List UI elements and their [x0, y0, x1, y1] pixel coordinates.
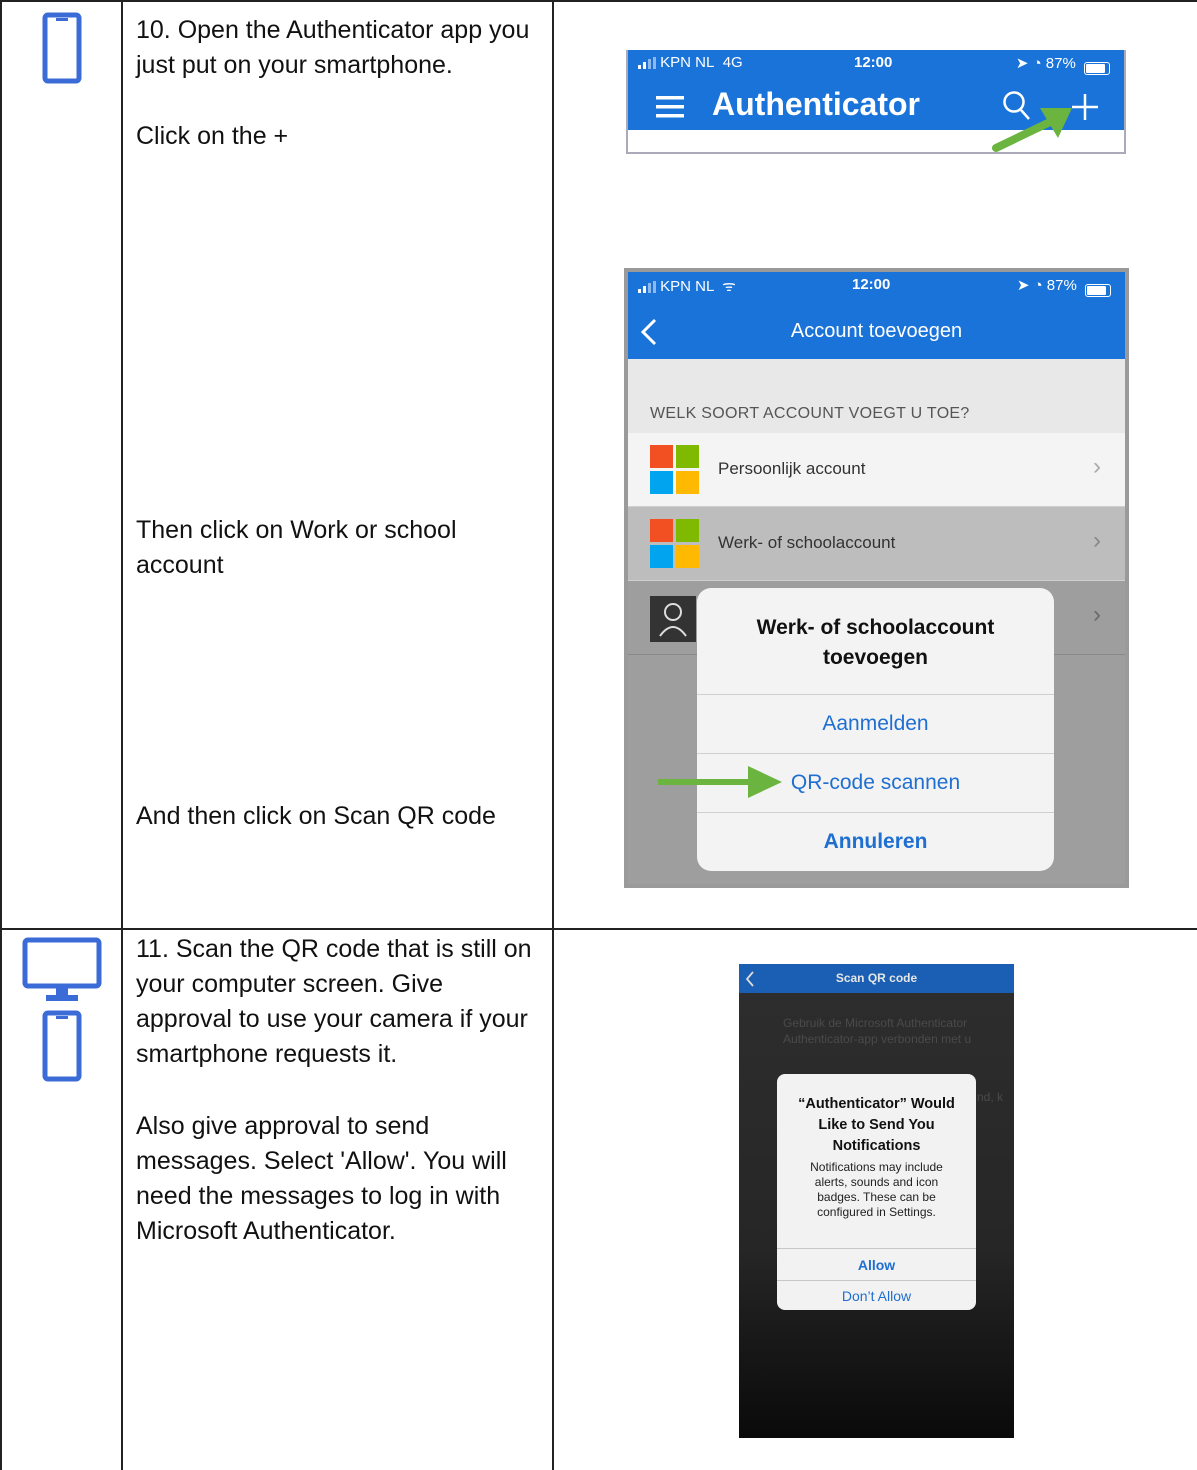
network-label: 4G	[722, 54, 743, 71]
step-10-scan-qr: And then click on Scan QR code	[136, 802, 496, 830]
step-10-click-plus: Click on the +	[136, 122, 289, 150]
carrier-label: KPN NL	[660, 278, 714, 295]
alert-allow-button[interactable]: Allow	[777, 1248, 976, 1281]
signal-icon	[638, 57, 656, 70]
row-label: Persoonlijk account	[718, 459, 866, 478]
nav-bar: KPN NL ᯤ 12:00 ➤ ◔ 87% Account toevoegen	[628, 272, 1125, 359]
step-10-work-account: Then click on Work or school account	[136, 516, 457, 579]
chevron-right-icon: ›	[1093, 527, 1101, 554]
chevron-right-icon: ›	[1093, 601, 1101, 628]
app-title: Authenticator	[712, 86, 920, 122]
wifi-icon: ᯤ	[717, 278, 736, 295]
battery-label: 87%	[1045, 55, 1076, 72]
arrow-pointer-icon	[992, 108, 1072, 152]
nav-bar: Scan QR code	[739, 964, 1014, 993]
table-col-divider-2	[552, 0, 554, 1470]
action-sheet-title: Werk- of schoolaccount toevoegen	[756, 616, 995, 669]
action-sheet: Werk- of schoolaccount toevoegen Aanmeld…	[697, 588, 1054, 871]
step-11-notifications: Also give approval to send messages. Sel…	[136, 1112, 507, 1245]
table-row-divider	[0, 928, 1197, 930]
microsoft-logo-icon	[650, 445, 700, 495]
alarm-icon: ◔	[1033, 277, 1043, 294]
hamburger-menu-icon[interactable]	[656, 95, 684, 119]
monitor-icon	[22, 937, 102, 1001]
row-personal-account[interactable]: Persoonlijk account ›	[628, 433, 1125, 507]
sheet-signin-button[interactable]: Aanmelden	[697, 694, 1054, 753]
nav-title: Scan QR code	[835, 971, 918, 985]
microsoft-logo-icon	[650, 519, 700, 569]
smartphone-icon	[42, 12, 82, 84]
carrier-label: KPN NL	[660, 54, 715, 71]
person-icon	[650, 596, 696, 642]
alert-dont-allow-button[interactable]: Don’t Allow	[777, 1280, 976, 1311]
battery-label: 87%	[1046, 277, 1077, 294]
table-col-divider-1	[121, 0, 123, 1470]
row-work-account[interactable]: Werk- of schoolaccount ›	[628, 507, 1125, 581]
status-time: 12:00	[852, 276, 891, 293]
step-11-scan: 11. Scan the QR code that is still on yo…	[136, 935, 532, 1068]
battery-icon	[1084, 61, 1110, 75]
screenshot-account-toevoegen: KPN NL ᯤ 12:00 ➤ ◔ 87% Account toevoegen…	[624, 268, 1129, 888]
status-time: 12:00	[854, 54, 893, 71]
section-header: WELK SOORT ACCOUNT VOEGT U TOE?	[650, 405, 970, 422]
battery-icon	[1085, 283, 1111, 297]
screenshot-authenticator-header: KPN NL 4G 12:00 ➤ ◔ 87% Authenticator	[626, 50, 1126, 154]
table-border-left	[0, 0, 2, 1470]
signal-icon	[638, 281, 656, 294]
sheet-cancel-button[interactable]: Annuleren	[697, 812, 1054, 871]
alarm-icon: ◔	[1032, 55, 1042, 72]
smartphone-icon	[42, 1010, 82, 1082]
location-icon: ➤	[1015, 55, 1029, 72]
step-10-intro: 10. Open the Authenticator app you just …	[136, 16, 530, 79]
alert-body: Notifications may include alerts, sounds…	[810, 1160, 943, 1219]
notification-alert: “Authenticator” Would Like to Send You N…	[777, 1074, 976, 1310]
alert-title: “Authenticator” Would Like to Send You N…	[798, 1096, 955, 1154]
nav-title: Account toevoegen	[790, 320, 963, 342]
status-bar: KPN NL 4G 12:00 ➤ ◔ 87%	[628, 50, 1124, 76]
location-icon: ➤	[1016, 277, 1030, 294]
background-text: Authenticator-app verbonden met u	[783, 1032, 972, 1046]
table-border-top	[0, 0, 1197, 2]
arrow-pointer-icon	[658, 766, 782, 798]
background-text: nd, k	[977, 1090, 1004, 1104]
status-bar: KPN NL ᯤ 12:00 ➤ ◔ 87%	[628, 272, 1125, 298]
screenshot-scan-qr: Scan QR code Gebruik de Microsoft Authen…	[739, 964, 1014, 1438]
background-text: Gebruik de Microsoft Authenticator	[783, 1016, 968, 1030]
chevron-right-icon: ›	[1093, 453, 1101, 480]
row-label: Werk- of schoolaccount	[718, 533, 896, 552]
